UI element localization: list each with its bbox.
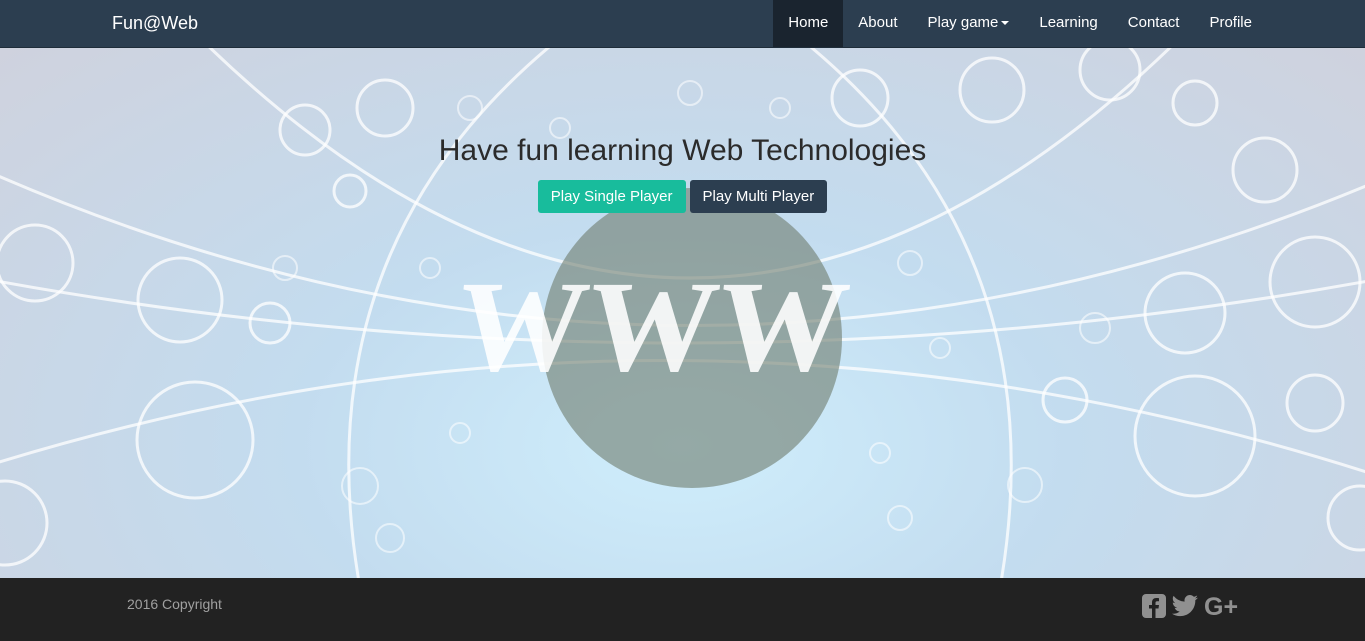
nav-link-about[interactable]: About bbox=[843, 0, 912, 47]
social-links: G+ bbox=[1142, 593, 1240, 623]
nav-link-learning[interactable]: Learning bbox=[1024, 0, 1112, 47]
caret-down-icon bbox=[1001, 21, 1010, 26]
svg-text:G+: G+ bbox=[1204, 594, 1238, 618]
nav-link-profile[interactable]: Profile bbox=[1194, 0, 1267, 47]
nav-item-home: Home bbox=[773, 0, 844, 47]
nav-item-play-game: Play game bbox=[913, 0, 1025, 47]
play-single-player-button[interactable]: Play Single Player bbox=[537, 180, 686, 213]
copyright-text: 2016 Copyright bbox=[127, 596, 222, 612]
play-multi-player-button[interactable]: Play Multi Player bbox=[689, 180, 828, 213]
main-nav: Home About Play game Learning Contact Pr… bbox=[773, 0, 1267, 47]
nav-link-play-game[interactable]: Play game bbox=[913, 0, 1025, 47]
network-background-image: WWW bbox=[0, 48, 1365, 578]
google-plus-icon[interactable]: G+ bbox=[1204, 593, 1240, 623]
hero-section: WWW Have fun learning Web Technologies P… bbox=[0, 48, 1365, 578]
nav-item-profile: Profile bbox=[1194, 0, 1267, 47]
nav-link-home[interactable]: Home bbox=[773, 0, 844, 47]
nav-link-contact[interactable]: Contact bbox=[1113, 0, 1195, 47]
hero-title: Have fun learning Web Technologies bbox=[438, 134, 927, 167]
top-navbar: Fun@Web Home About Play game Learning Co… bbox=[0, 0, 1365, 48]
hero-button-group: Play Single Player Play Multi Player bbox=[0, 180, 1365, 213]
www-graphic-text: WWW bbox=[450, 255, 855, 399]
nav-item-about: About bbox=[843, 0, 912, 47]
facebook-square-icon[interactable] bbox=[1142, 594, 1166, 623]
twitter-icon[interactable] bbox=[1172, 595, 1198, 622]
brand-link[interactable]: Fun@Web bbox=[112, 0, 198, 47]
nav-item-contact: Contact bbox=[1113, 0, 1195, 47]
nav-link-play-game-label: Play game bbox=[927, 14, 999, 31]
nav-item-learning: Learning bbox=[1024, 0, 1112, 47]
